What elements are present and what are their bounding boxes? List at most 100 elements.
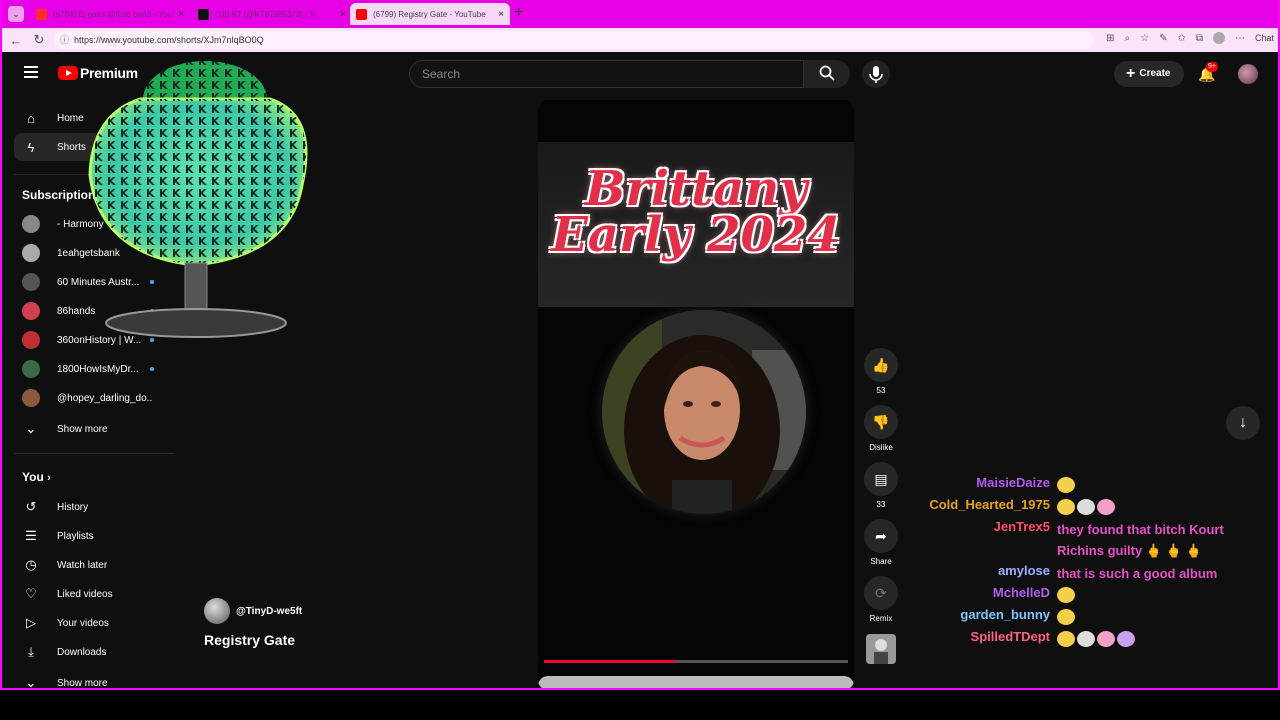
show-more-subscriptions[interactable]: ⌄ Show more [14,415,174,443]
sidebar-item-watch-later[interactable]: ◷ Watch later [14,551,174,579]
youtube-play-icon [58,66,78,80]
home-icon: ⌂ [27,110,35,126]
close-tab-icon[interactable]: × [498,9,504,20]
sidebar-item-playlists[interactable]: ☰ Playlists [14,522,174,550]
voice-search-button[interactable] [862,60,890,88]
tab-youtube-kolc[interactable]: (6784) Ej gaes @Kolc part3 - YouTube × [30,3,190,25]
arrow-down-icon: ↓ [1239,414,1247,431]
search-input[interactable]: Search [409,60,804,88]
account-avatar[interactable] [1238,64,1258,84]
next-short-preview[interactable] [538,676,854,688]
back-icon[interactable]: ← [7,33,25,48]
like-button[interactable]: 👍 53 [864,348,898,395]
sidebar-item-label: History [57,501,89,513]
progress-fill [544,660,675,663]
chat-message: Cold_Hearted_1975 [882,497,1272,519]
chat-message: amylose that is such a good album [882,563,1272,585]
more-menu-icon[interactable]: ⋯ [1235,33,1245,44]
profile-avatar[interactable] [1212,32,1225,44]
tab-x-profile[interactable]: (18) KT (@KT87985373) / X × [192,3,352,25]
create-button[interactable]: + Create [1114,61,1184,87]
sidebar-item-downloads[interactable]: ⤓ Downloads [14,638,174,666]
chevron-right-icon: › [47,472,51,484]
playlists-icon: ☰ [25,528,37,543]
channel-avatar[interactable] [204,598,230,624]
shorts-player[interactable]: Brittany Early 2024 [538,100,854,688]
url-text: https://www.youtube.com/shorts/XJm7nlqBO… [74,35,264,45]
overlay-title-line: Brittany [584,161,808,217]
overlay-title-line: Early 2024 [551,207,841,263]
chat-text [1057,629,1257,650]
sidebar-item-history[interactable]: ↺ History [14,493,174,521]
thumbs-down-icon: 👎 [864,405,898,439]
address-bar[interactable]: ⓘ https://www.youtube.com/shorts/XJm7nlq… [54,31,1094,49]
reload-icon[interactable]: ↻ [30,32,48,48]
chat-emote-icon [1057,587,1075,603]
tab-registry-gate[interactable]: (6799) Registry Gate - YouTube × [350,3,510,25]
tab-title: (18) KT (@KT87985373) / X [215,9,316,19]
new-content-dot [150,367,154,371]
chevron-down-icon: ⌄ [25,421,37,436]
new-tab-icon[interactable]: + [514,4,523,22]
bookmark-star-icon[interactable]: ☆ [1140,33,1149,44]
notifications-button[interactable]: 🔔 9+ [1198,62,1218,83]
show-more-you[interactable]: ⌄ Show more [14,669,174,690]
sidebar-item-liked-videos[interactable]: ♡ Liked videos [14,580,174,608]
channel-avatar [22,389,40,407]
chat-emote-icon [1057,499,1075,515]
zoom-icon[interactable]: ⌕ [1124,33,1130,44]
channel-avatar [22,244,40,262]
sidebar-item-label: Show more [57,423,108,435]
chat-username: MchelleD [992,585,1050,600]
sidebar-item-label: Show more [57,677,108,689]
video-progress-bar[interactable] [544,660,848,663]
sidebar-item-label: 1800HowIsMyDr... [57,363,139,375]
chat-text: that is such a good album [1057,563,1257,584]
menu-icon[interactable] [24,66,38,81]
x-favicon-icon [198,8,209,20]
chat-text-content: they found that bitch Kourt Richins guil… [1057,522,1224,558]
tab-title: (6784) Ej gaes @Kolc part3 - YouTube [53,9,174,19]
chat-username: SpilledTDept [970,629,1050,644]
channel-handle[interactable]: @TinyD-we5ft [236,606,302,617]
chat-message: garden_bunny [882,607,1272,629]
dislike-button[interactable]: 👎 Dislike [864,405,898,452]
apps-icon[interactable]: ⊞ [1106,33,1114,44]
chat-emote-icon [1057,631,1075,647]
tab-search-icon[interactable]: ⌄ [8,6,24,22]
watch-later-icon: ◷ [25,557,37,572]
site-info-icon[interactable]: ⓘ [60,31,69,49]
close-tab-icon[interactable]: × [340,9,346,20]
channel-avatar [22,273,40,291]
chat-username: amylose [997,563,1050,578]
youtube-favicon-icon [356,8,367,20]
channel-avatar [22,331,40,349]
sidebar-item-your-videos[interactable]: ▷ Your videos [14,609,174,637]
favorites-icon[interactable]: ✩ [1177,33,1185,44]
toolbar-icons: ⊞ ⌕ ☆ ✎ ✩ ⧉ ⋯ Chat [1106,32,1274,44]
collections-icon[interactable]: ⧉ [1196,33,1203,44]
next-short-button[interactable]: ↓ [1226,406,1260,440]
chat-message: SpilledTDept [882,629,1272,651]
close-tab-icon[interactable]: × [178,9,184,20]
thumbs-up-icon: 👍 [864,348,898,382]
extension-icon[interactable]: ✎ [1159,33,1167,44]
chat-text [1057,585,1257,606]
chat-text: they found that bitch Kourt Richins guil… [1057,519,1257,561]
sidebar-item-label: Watch later [57,559,108,571]
sidebar-item-label: Downloads [57,646,107,658]
channel-info[interactable]: @TinyD-we5ft [204,598,302,624]
sidebar-item-subscription[interactable]: @hopey_darling_do... [14,384,174,412]
divider [14,453,174,454]
you-heading[interactable]: You › [22,470,51,484]
portrait-image [602,310,806,514]
search-button[interactable] [804,60,850,88]
sidebar-item-subscription[interactable]: 1800HowIsMyDr... [14,355,174,383]
chevron-down-icon: ⌄ [25,675,37,690]
like-icon: ♡ [25,586,37,601]
browser-window: ⌄ (6784) Ej gaes @Kolc part3 - YouTube ×… [0,0,1280,690]
copilot-chat-button[interactable]: Chat [1255,33,1274,43]
chat-emote-icon [1057,477,1075,493]
microphone-icon [869,66,883,83]
shorts-icon: ϟ [27,139,35,155]
